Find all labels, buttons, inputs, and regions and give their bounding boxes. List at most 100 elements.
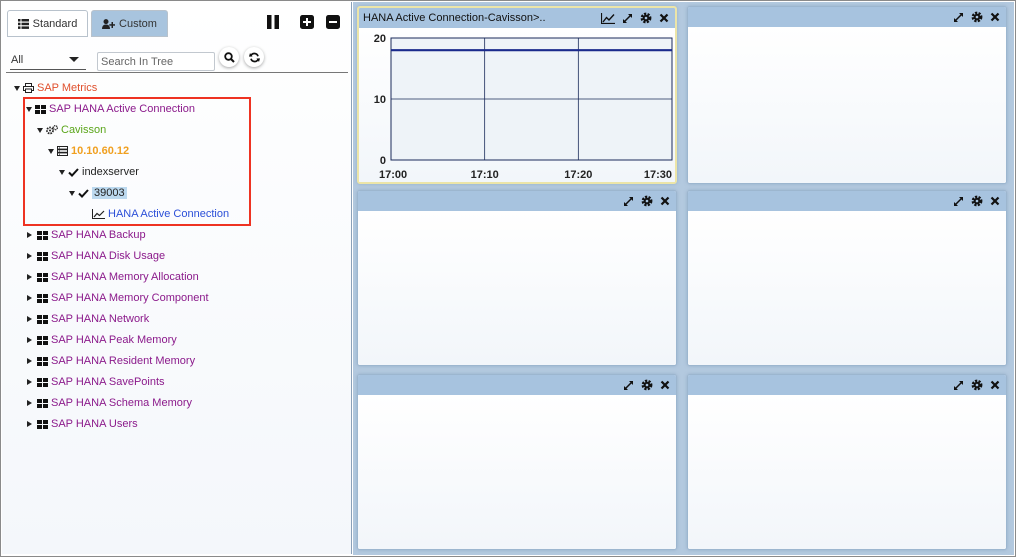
pause-icon bbox=[267, 15, 279, 29]
line-chart-icon bbox=[92, 209, 105, 219]
tree-label: SAP HANA Peak Memory bbox=[51, 334, 177, 346]
caret-right-icon bbox=[27, 358, 32, 364]
graph-panel-3[interactable] bbox=[357, 190, 677, 366]
panel-body bbox=[358, 211, 676, 365]
panel-body bbox=[688, 395, 1006, 549]
caret-down-icon bbox=[37, 127, 43, 133]
panel-header bbox=[688, 375, 1006, 395]
expand-icon[interactable] bbox=[623, 196, 634, 207]
graph-panel-1[interactable]: HANA Active Connection-Cavisson>.. 0 10 20… bbox=[357, 6, 677, 184]
close-icon[interactable] bbox=[660, 196, 670, 206]
graph-panel-6[interactable] bbox=[687, 374, 1007, 550]
tree-node-group[interactable]: SAP HANA Backup bbox=[26, 226, 146, 244]
gear-icon[interactable] bbox=[640, 12, 652, 24]
grid-icon bbox=[37, 314, 48, 324]
close-icon[interactable] bbox=[660, 380, 670, 390]
tree-node-metric[interactable]: HANA Active Connection bbox=[92, 205, 229, 223]
refresh-button[interactable] bbox=[244, 47, 264, 67]
tree-node-group[interactable]: SAP HANA Network bbox=[26, 310, 149, 328]
check-icon bbox=[68, 167, 79, 177]
tree-node-cavisson[interactable]: Cavisson bbox=[37, 121, 106, 139]
refresh-icon bbox=[248, 52, 260, 62]
close-icon[interactable] bbox=[990, 12, 1000, 22]
grid-icon bbox=[37, 419, 48, 429]
expand-icon[interactable] bbox=[953, 12, 964, 23]
y-tick-label: 0 bbox=[380, 155, 386, 167]
tree-node-group[interactable]: SAP HANA Users bbox=[26, 415, 138, 433]
caret-down-icon bbox=[26, 106, 32, 112]
tree-label: SAP Metrics bbox=[37, 82, 98, 94]
panel-header bbox=[358, 375, 676, 395]
filter-dropdown[interactable]: All bbox=[10, 53, 86, 70]
tree-node-group[interactable]: SAP HANA Schema Memory bbox=[26, 394, 192, 412]
caret-down-icon bbox=[14, 85, 20, 91]
caret-down-icon bbox=[59, 169, 65, 175]
panel-header: HANA Active Connection-Cavisson>.. bbox=[359, 8, 675, 28]
pause-button[interactable] bbox=[265, 14, 281, 30]
line-chart: 0 10 20 17:00 17:10 17:20 17:30 bbox=[374, 33, 673, 181]
gears-icon bbox=[46, 125, 58, 135]
close-icon[interactable] bbox=[990, 380, 1000, 390]
expand-icon[interactable] bbox=[623, 380, 634, 391]
caret-right-icon bbox=[27, 232, 32, 238]
gear-icon[interactable] bbox=[971, 379, 983, 391]
panel-header bbox=[358, 191, 676, 211]
graph-panel-5[interactable] bbox=[357, 374, 677, 550]
add-user-icon bbox=[102, 18, 116, 29]
collapse-all-button[interactable] bbox=[325, 14, 341, 30]
tree-label: indexserver bbox=[82, 166, 139, 178]
caret-right-icon bbox=[27, 253, 32, 259]
tree-node-group[interactable]: SAP HANA Resident Memory bbox=[26, 352, 195, 370]
gear-icon[interactable] bbox=[971, 195, 983, 207]
tree-node-group[interactable]: SAP HANA Disk Usage bbox=[26, 247, 165, 265]
tree-node-port[interactable]: 39003 bbox=[69, 184, 127, 202]
graph-panel-2[interactable] bbox=[687, 6, 1007, 184]
caret-down-icon bbox=[48, 148, 54, 154]
tab-custom-label: Custom bbox=[119, 17, 157, 30]
gear-icon[interactable] bbox=[971, 11, 983, 23]
tree-node-sap-metrics[interactable]: SAP Metrics bbox=[14, 79, 97, 97]
line-chart-icon[interactable] bbox=[601, 12, 615, 24]
expand-icon[interactable] bbox=[953, 380, 964, 391]
close-icon[interactable] bbox=[990, 196, 1000, 206]
panel-body bbox=[688, 27, 1006, 183]
tree-node-group[interactable]: SAP HANA Memory Allocation bbox=[26, 268, 199, 286]
panel-body bbox=[358, 395, 676, 549]
gear-icon[interactable] bbox=[641, 195, 653, 207]
tree-label: SAP HANA Memory Component bbox=[51, 292, 209, 304]
minus-square-icon bbox=[326, 15, 340, 29]
tab-standard[interactable]: Standard bbox=[7, 10, 88, 37]
x-tick-label: 17:20 bbox=[564, 169, 592, 181]
gear-icon[interactable] bbox=[641, 379, 653, 391]
graph-panel-4[interactable] bbox=[687, 190, 1007, 366]
tree-node-group[interactable]: SAP HANA SavePoints bbox=[26, 373, 165, 391]
caret-right-icon bbox=[27, 295, 32, 301]
search-button[interactable] bbox=[219, 47, 239, 67]
check-icon bbox=[78, 188, 89, 198]
x-tick-label: 17:00 bbox=[379, 169, 407, 181]
tree-node-group[interactable]: SAP HANA Peak Memory bbox=[26, 331, 177, 349]
list-icon bbox=[17, 18, 29, 29]
tab-custom[interactable]: Custom bbox=[91, 10, 168, 37]
tree-node-indexserver[interactable]: indexserver bbox=[59, 163, 139, 181]
grid-icon bbox=[37, 230, 48, 240]
caret-right-icon bbox=[27, 337, 32, 343]
grid-icon bbox=[37, 377, 48, 387]
tab-standard-label: Standard bbox=[32, 17, 78, 30]
grid-icon bbox=[35, 104, 46, 114]
expand-all-button[interactable] bbox=[299, 14, 315, 30]
expand-icon[interactable] bbox=[622, 13, 633, 24]
search-tree-input[interactable] bbox=[97, 52, 215, 71]
grid-icon bbox=[37, 356, 48, 366]
y-tick-label: 10 bbox=[374, 94, 386, 106]
grid-icon bbox=[37, 272, 48, 282]
tree-label: Cavisson bbox=[61, 124, 107, 136]
close-icon[interactable] bbox=[659, 13, 669, 23]
tree-node-active-connection[interactable]: SAP HANA Active Connection bbox=[26, 100, 195, 118]
tree-node-group[interactable]: SAP HANA Memory Component bbox=[26, 289, 209, 307]
caret-down-icon bbox=[69, 190, 75, 196]
graph-workspace: HANA Active Connection-Cavisson>.. 0 10 20… bbox=[353, 2, 1014, 555]
tree-node-server[interactable]: 10.10.60.12 bbox=[48, 142, 129, 160]
caret-right-icon bbox=[27, 379, 32, 385]
expand-icon[interactable] bbox=[953, 196, 964, 207]
